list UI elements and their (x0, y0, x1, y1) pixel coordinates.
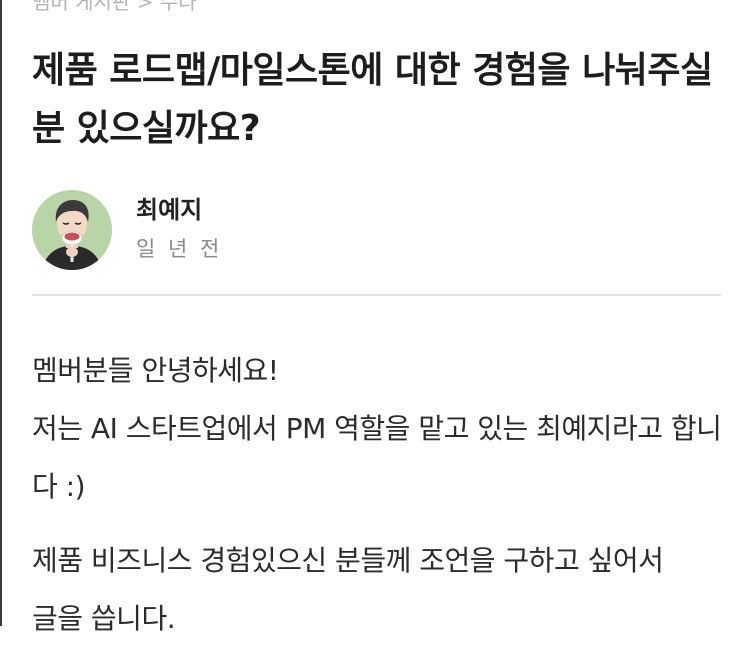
post-title: 제품 로드맵/마일스톤에 대한 경험을 나눠주실 분 있으실까요? (32, 50, 713, 149)
body-line: 멤버분들 안녕하세요! (32, 354, 279, 387)
breadcrumb[interactable]: 멤버 게시판 > 수다 (32, 0, 197, 15)
body-line: 제품 비즈니스 경험있으신 분들께 조언을 구하고 싶어서 (32, 544, 664, 577)
divider (32, 294, 721, 296)
window-edge (0, 0, 2, 626)
post-timestamp: 일 년 전 (136, 237, 223, 261)
author-block: 최예지 일 년 전 (32, 190, 222, 270)
memoji-avatar-icon (32, 190, 112, 270)
post-body: 멤버분들 안녕하세요! 저는 AI 스타트업에서 PM 역할을 맡고 있는 최예… (32, 342, 732, 648)
body-line: 저는 AI 스타트업에서 PM 역할을 맡고 있는 최예지라고 합니다 :) (32, 412, 722, 503)
author-name[interactable]: 최예지 (136, 193, 222, 227)
body-line: 글을 씁니다. (32, 602, 176, 635)
author-meta: 최예지 일 년 전 (136, 193, 222, 263)
avatar[interactable] (32, 190, 112, 270)
